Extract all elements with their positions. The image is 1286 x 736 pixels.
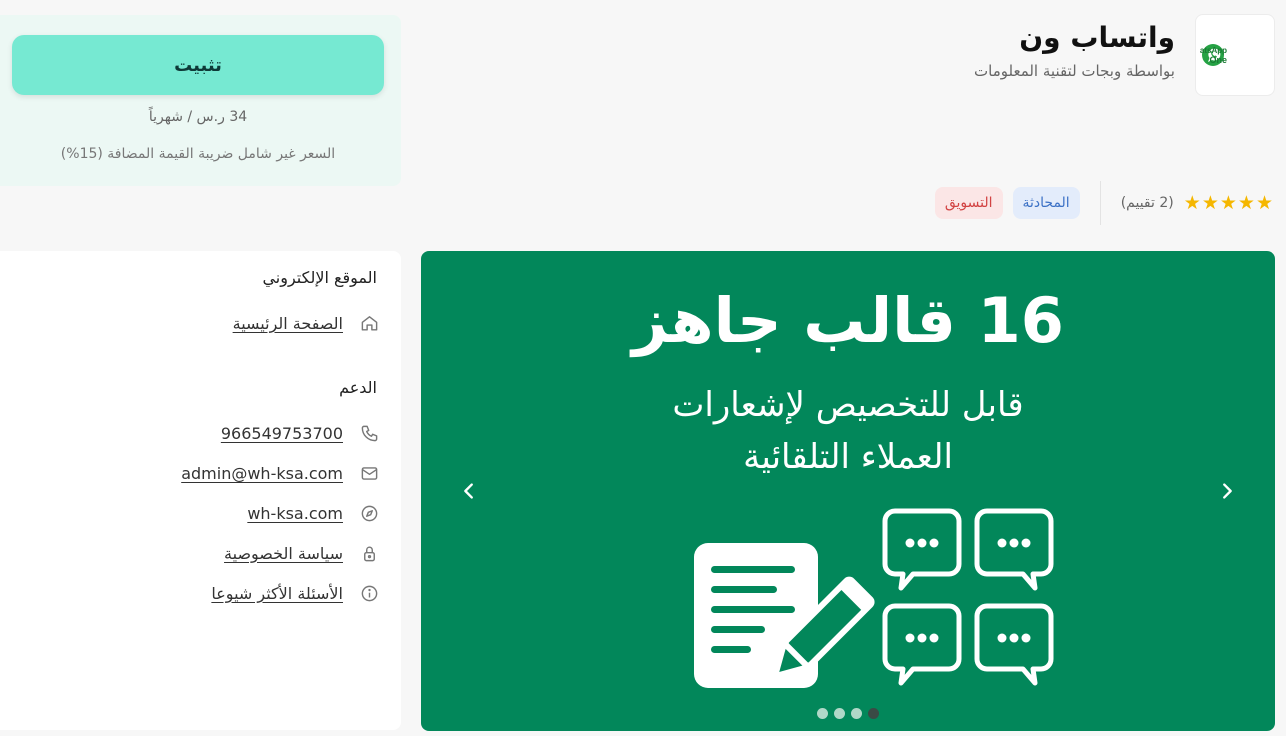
compass-icon: [359, 503, 379, 523]
carousel-dot[interactable]: [851, 708, 862, 719]
star-icon: ★: [1183, 192, 1201, 214]
star-icon: ★: [1219, 192, 1237, 214]
logo-text-line1: WhatsApp: [1200, 46, 1227, 55]
tag-chat[interactable]: المحادثة: [1012, 187, 1080, 219]
email-link[interactable]: admin@wh-ksa.com: [181, 464, 343, 483]
carousel-next-button[interactable]: [1209, 473, 1245, 509]
app-titles: واتساب ون بواسطة وبجات لتقنية المعلومات: [974, 14, 1175, 80]
home-link-row: الصفحة الرئيسية: [233, 312, 379, 334]
site-link-row: wh-ksa.com: [247, 502, 379, 524]
slide-title: 16 قالب جاهز: [632, 284, 1064, 357]
carousel-dot[interactable]: [834, 708, 845, 719]
install-button[interactable]: تثبيت: [12, 35, 384, 95]
logo-text-line2: One: [1209, 55, 1227, 65]
faq-link[interactable]: الأسئلة الأكثر شيوعا: [211, 584, 343, 603]
install-box: تثبيت 34 ر.س / شهرياً السعر غير شامل ضري…: [0, 15, 401, 186]
chevron-left-icon: [464, 483, 473, 499]
vat-note: السعر غير شامل ضريبة القيمة المضافة (15%…: [60, 146, 336, 162]
carousel-dot[interactable]: [868, 708, 879, 719]
app-name: واتساب ون: [1019, 21, 1175, 54]
faq-link-row: الأسئلة الأكثر شيوعا: [211, 582, 379, 604]
app-logo: WhatsApp One: [1195, 14, 1275, 96]
app-header: WhatsApp One واتساب ون بواسطة وبجات لتقن…: [875, 14, 1275, 96]
tag-marketing[interactable]: التسويق: [934, 187, 1003, 219]
star-icon: ★: [1255, 192, 1273, 214]
rating-count: (2 تقييم): [1120, 195, 1174, 211]
phone-icon: [359, 423, 379, 443]
star-icon: ★: [1201, 192, 1219, 214]
support-section-title: الدعم: [339, 378, 377, 397]
star-icon: ★: [1237, 192, 1255, 214]
website-section-title: الموقع الإلكتروني: [262, 268, 377, 287]
carousel-dot[interactable]: [817, 708, 828, 719]
site-link[interactable]: wh-ksa.com: [247, 504, 343, 523]
meta-row: ★ ★ ★ ★ ★ (2 تقييم) المحادثة التسويق: [925, 181, 1273, 225]
privacy-link-row: سياسة الخصوصية: [224, 542, 379, 564]
screenshot-carousel[interactable]: 16 قالب جاهز قابل للتخصيص لإشعارات العمل…: [421, 251, 1275, 731]
info-panel: الموقع الإلكتروني الصفحة الرئيسية الدعم …: [0, 251, 401, 730]
app-detail-page: WhatsApp One واتساب ون بواسطة وبجات لتقن…: [0, 0, 1286, 736]
app-vendor: بواسطة وبجات لتقنية المعلومات: [974, 62, 1175, 80]
templates-illustration-icon: [694, 508, 1054, 688]
home-link[interactable]: الصفحة الرئيسية: [233, 314, 343, 333]
whatsapp-one-logo-icon: WhatsApp One: [1200, 44, 1227, 66]
price-label: 34 ر.س / شهرياً: [148, 109, 248, 125]
home-icon: [359, 313, 379, 333]
lock-icon: [359, 543, 379, 563]
mail-icon: [359, 463, 379, 483]
slide-subtitle: قابل للتخصيص لإشعارات العملاء التلقائية: [421, 379, 1275, 483]
chevron-right-icon: [1223, 483, 1232, 499]
carousel-prev-button[interactable]: [451, 473, 487, 509]
phone-link[interactable]: 966549753700: [221, 424, 343, 443]
meta-divider: [1099, 181, 1101, 225]
rating-stars: ★ ★ ★ ★ ★: [1184, 193, 1273, 213]
info-icon: [359, 583, 379, 603]
email-link-row: admin@wh-ksa.com: [181, 462, 379, 484]
slide-subtitle-line1: قابل للتخصيص لإشعارات: [672, 385, 1024, 425]
privacy-link[interactable]: سياسة الخصوصية: [224, 544, 343, 563]
slide-subtitle-line2: العملاء التلقائية: [743, 437, 953, 477]
carousel-dots: [421, 708, 1275, 719]
phone-link-row: 966549753700: [221, 422, 379, 444]
